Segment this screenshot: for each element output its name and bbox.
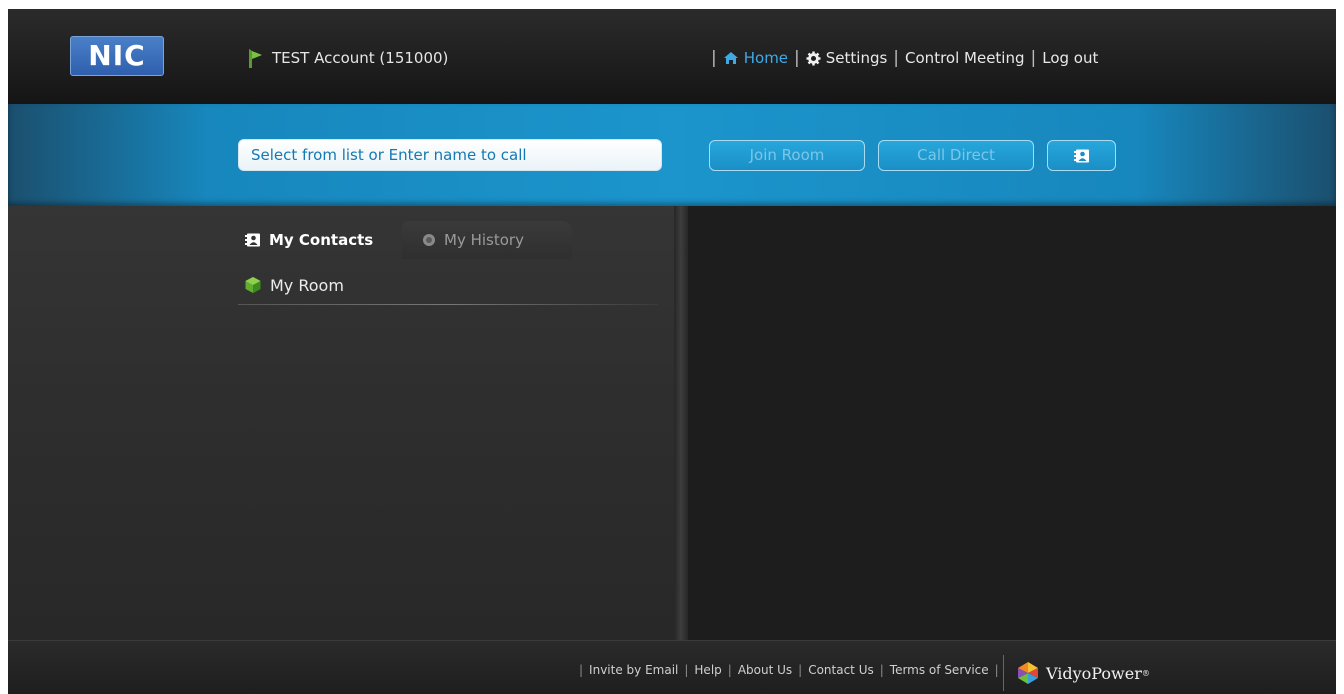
nav-log-out-label: Log out	[1042, 49, 1099, 67]
footer-separator: |	[579, 663, 584, 677]
help-link[interactable]: Help	[694, 663, 721, 677]
footer-separator: |	[684, 663, 689, 677]
nav-separator: |	[893, 48, 900, 68]
call-direct-button[interactable]: Call Direct	[878, 140, 1034, 171]
search-input[interactable]	[238, 139, 662, 171]
gear-icon	[806, 50, 821, 66]
nav-log-out[interactable]: Log out	[1042, 49, 1098, 67]
footer-links: | Invite by Email | Help | About Us | Co…	[573, 661, 1005, 679]
history-clock-icon	[423, 234, 435, 246]
account-flag-icon	[249, 49, 262, 68]
tab-my-history[interactable]: My History	[402, 221, 572, 259]
vidyo-brand-text: VidyoPower	[1046, 663, 1142, 683]
my-room-label: My Room	[270, 275, 344, 295]
header: NIC TEST Account (151000) | Home | Setti…	[8, 9, 1336, 104]
nav-separator: |	[794, 48, 800, 68]
home-icon	[723, 52, 738, 64]
nav-separator: |	[711, 48, 717, 68]
footer: | Invite by Email | Help | About Us | Co…	[8, 640, 1336, 694]
nav-separator: |	[1030, 48, 1037, 68]
list-divider	[238, 304, 658, 305]
top-nav: | Home | Settings | Control Meeting | Lo…	[705, 46, 1098, 70]
nav-settings[interactable]: Settings	[806, 49, 888, 67]
invite-by-email-link[interactable]: Invite by Email	[589, 663, 678, 677]
contact-card-icon	[1073, 149, 1089, 162]
footer-separator: |	[994, 663, 999, 677]
contacts-panel: My Contacts My History My Room	[8, 206, 674, 640]
detail-panel	[688, 206, 1336, 640]
green-cube-icon	[245, 277, 261, 293]
nic-logo[interactable]: NIC	[70, 36, 164, 76]
my-room-item[interactable]: My Room	[244, 272, 344, 298]
contact-card-icon	[245, 233, 260, 247]
nav-home[interactable]: Home	[723, 49, 788, 67]
footer-separator: |	[798, 663, 803, 677]
panel-resize-handle[interactable]	[674, 206, 688, 640]
nav-home-label: Home	[743, 49, 789, 67]
footer-separator: |	[879, 663, 884, 677]
registered-mark: ®	[1141, 668, 1150, 678]
account-info: TEST Account (151000)	[246, 47, 448, 69]
tab-my-contacts-label: My Contacts	[269, 231, 374, 249]
about-us-link[interactable]: About Us	[738, 663, 792, 677]
footer-separator: |	[727, 663, 732, 677]
vidyopower-brand: VidyoPower ®	[1003, 655, 1150, 691]
vidyo-logo-icon	[1018, 662, 1038, 684]
nav-settings-label: Settings	[825, 49, 888, 67]
contacts-button[interactable]	[1047, 140, 1116, 171]
tab-my-contacts[interactable]: My Contacts	[233, 221, 403, 259]
app-window: NIC TEST Account (151000) | Home | Setti…	[8, 9, 1336, 694]
join-room-button[interactable]: Join Room	[709, 140, 865, 171]
call-bar: Join Room Call Direct	[8, 104, 1336, 206]
nav-control-meeting-label: Control Meeting	[905, 49, 1025, 67]
nav-control-meeting[interactable]: Control Meeting	[905, 49, 1024, 67]
account-label: TEST Account (151000)	[272, 49, 449, 67]
contact-us-link[interactable]: Contact Us	[808, 663, 874, 677]
tab-my-history-label: My History	[444, 231, 524, 249]
terms-of-service-link[interactable]: Terms of Service	[890, 663, 989, 677]
